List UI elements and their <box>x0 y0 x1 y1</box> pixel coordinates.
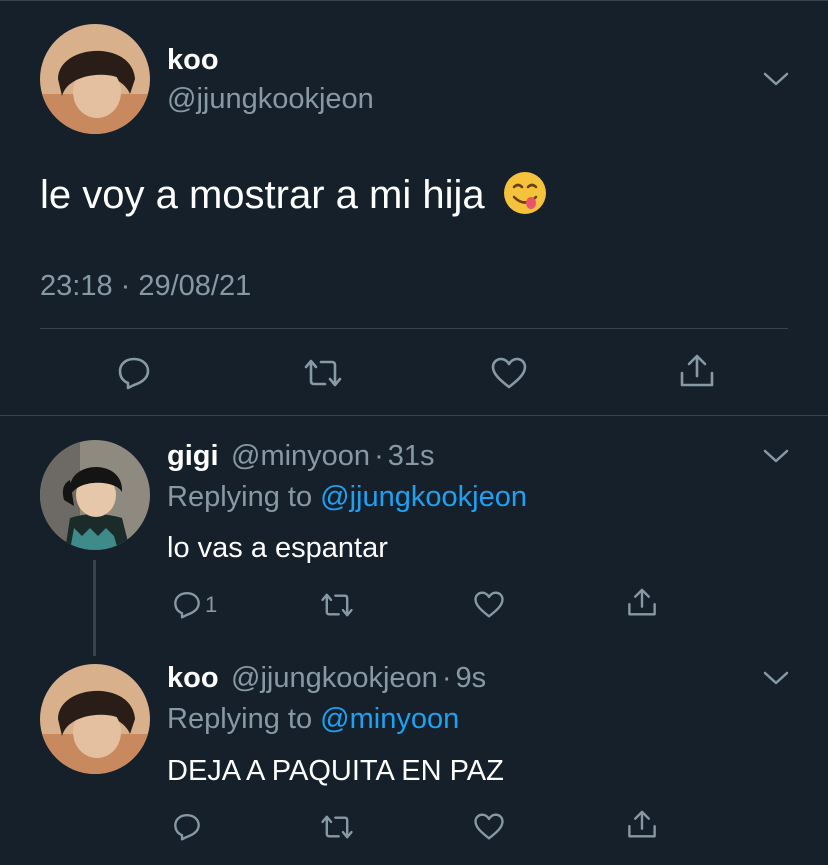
reply-header: koo @jjungkookjeon · 9s <box>167 662 486 695</box>
like-icon[interactable] <box>490 356 528 390</box>
chevron-down-icon[interactable] <box>763 448 789 464</box>
separator: · <box>441 662 452 694</box>
avatar[interactable] <box>40 440 150 550</box>
reply-count: 1 <box>205 592 218 617</box>
reply-icon[interactable] <box>172 811 202 841</box>
replying-to: Replying to @minyoon <box>167 703 459 736</box>
author-handle[interactable]: @jjungkookjeon <box>231 662 438 694</box>
separator: · <box>374 440 384 472</box>
like-icon[interactable] <box>473 812 505 841</box>
thread-line <box>93 560 96 656</box>
divider <box>0 415 828 416</box>
author-handle[interactable]: @jjungkookjeon <box>167 83 374 116</box>
avatar[interactable] <box>40 664 150 774</box>
top-border <box>0 0 828 1</box>
author-handle[interactable]: @minyoon <box>231 440 370 472</box>
retweet-icon[interactable] <box>320 813 354 841</box>
divider <box>40 328 788 329</box>
author-name[interactable]: koo <box>167 662 219 694</box>
reply-age[interactable]: 9s <box>455 662 486 694</box>
replying-to-link[interactable]: @jjungkookjeon <box>320 481 527 513</box>
reply-header: gigi @minyoon · 31s <box>167 440 435 473</box>
timestamp[interactable]: 23:18 · 29/08/21 <box>40 270 251 303</box>
like-icon[interactable] <box>473 590 505 619</box>
avatar[interactable] <box>40 24 150 134</box>
replying-prefix: Replying to <box>167 703 321 735</box>
reply-text: lo vas a espantar <box>167 532 388 564</box>
share-icon[interactable] <box>626 587 658 618</box>
reply-age[interactable]: 31s <box>388 440 435 472</box>
chevron-down-icon[interactable] <box>763 71 789 87</box>
retweet-icon[interactable] <box>320 591 354 619</box>
retweet-icon[interactable] <box>303 357 343 389</box>
share-icon[interactable] <box>626 809 658 840</box>
tweet-text-body: le voy a mostrar a mi hija <box>40 173 485 217</box>
share-icon[interactable] <box>678 353 716 389</box>
reply-icon[interactable] <box>116 354 152 390</box>
reply-text: DEJA A PAQUITA EN PAZ <box>167 755 504 787</box>
author-name[interactable]: koo <box>167 44 219 77</box>
chevron-down-icon[interactable] <box>763 670 789 686</box>
reply-icon[interactable] <box>172 589 202 619</box>
replying-to-link[interactable]: @minyoon <box>320 703 459 735</box>
author-name[interactable]: gigi <box>167 440 219 472</box>
tweet-text: le voy a mostrar a mi hija <box>40 170 548 218</box>
emoji <box>502 170 548 216</box>
replying-prefix: Replying to <box>167 481 321 513</box>
replying-to: Replying to @jjungkookjeon <box>167 481 527 514</box>
